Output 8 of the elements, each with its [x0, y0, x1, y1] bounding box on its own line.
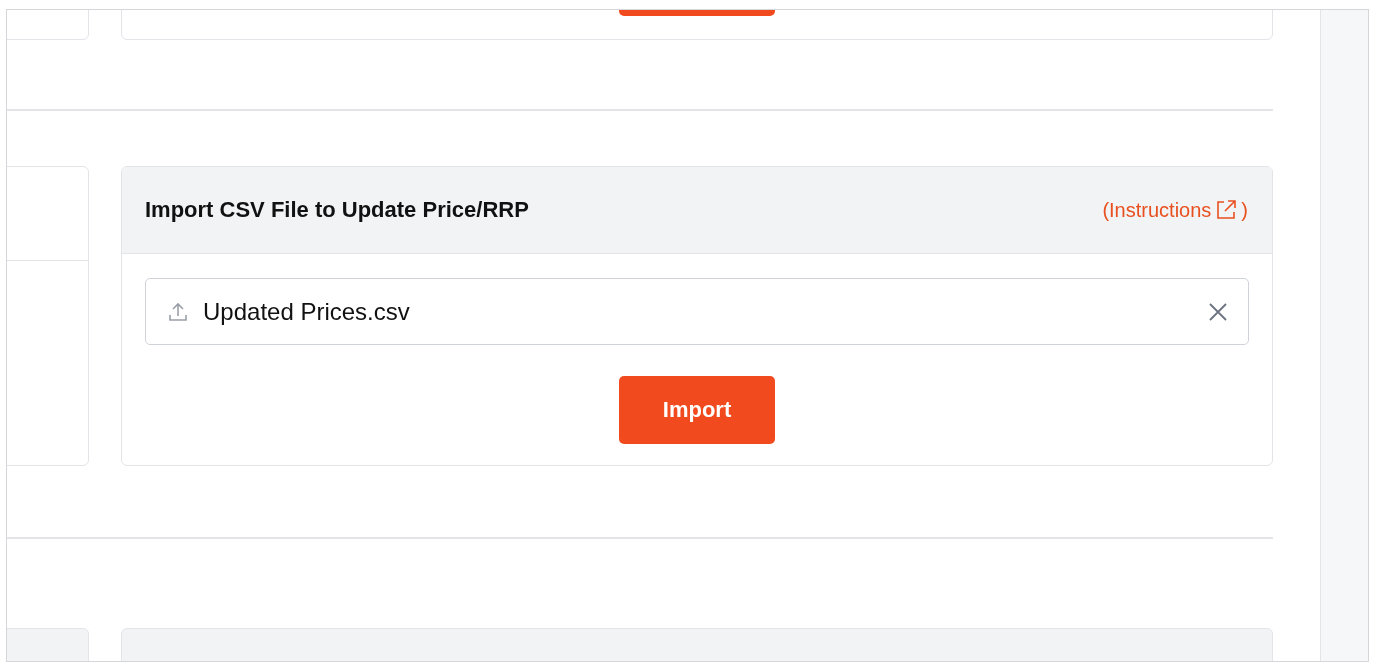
external-link-icon	[1215, 199, 1238, 221]
instructions-link[interactable]: (Instructions )	[1102, 198, 1248, 222]
card-title: Import CSV File to Update Price/RRP	[145, 197, 529, 223]
file-name: Updated Prices.csv	[203, 297, 411, 326]
import-button[interactable]: Import	[619, 376, 775, 444]
close-icon[interactable]	[1208, 301, 1228, 322]
upload-icon	[167, 300, 189, 323]
file-field[interactable]: Updated Prices.csv	[145, 278, 1249, 345]
